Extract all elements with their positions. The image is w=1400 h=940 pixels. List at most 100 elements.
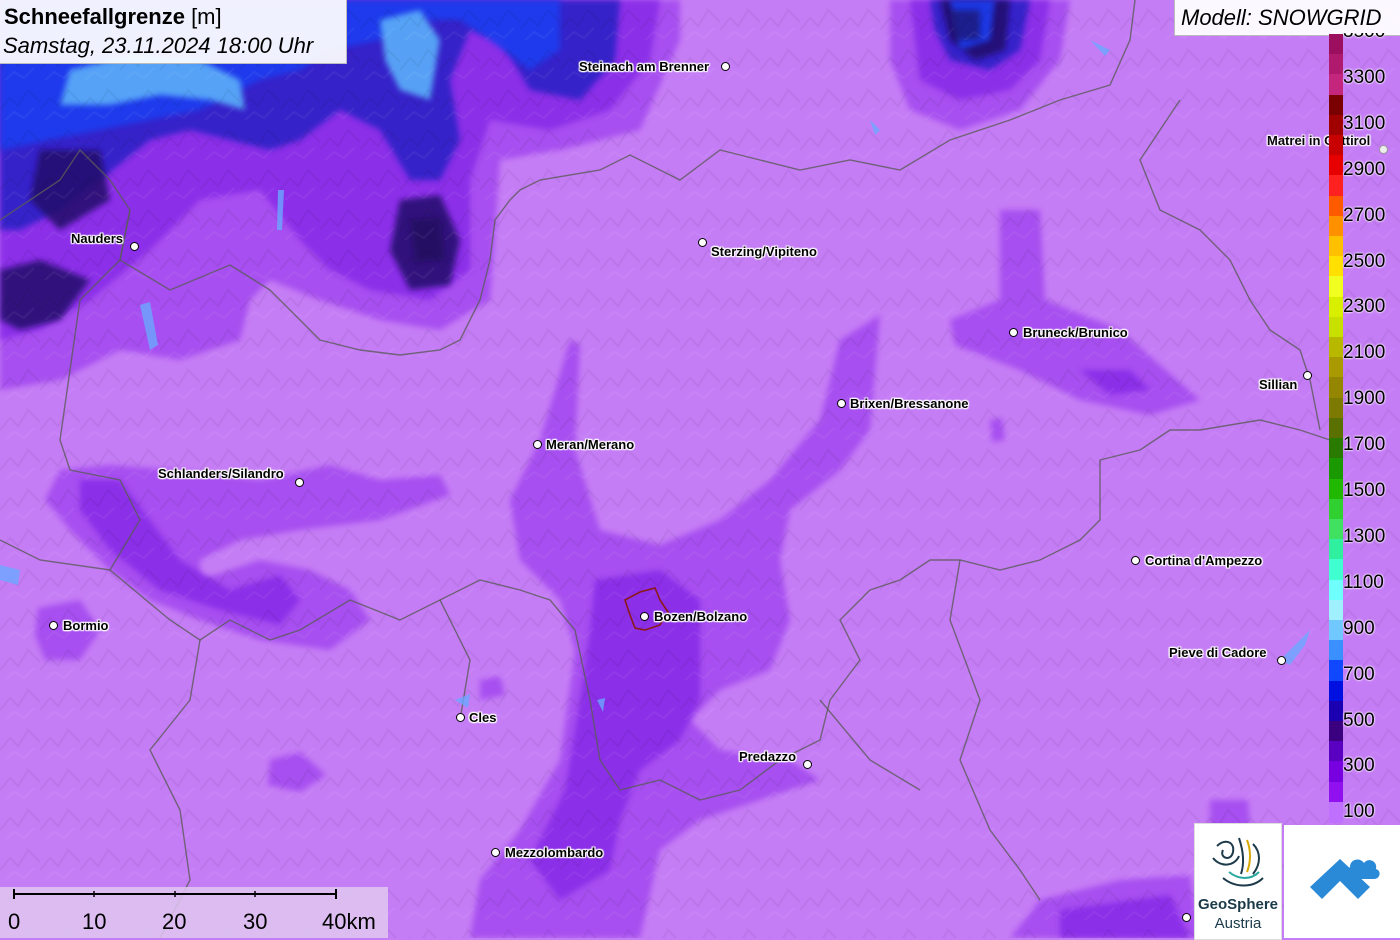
city-dot-bormio[interactable] <box>49 621 58 630</box>
model-label: Modell: SNOWGRID <box>1181 5 1382 30</box>
city-dot-predazzo[interactable] <box>803 760 812 769</box>
legend-swatch <box>1329 680 1343 702</box>
city-label-mezzolombardo: Mezzolombardo <box>505 845 604 860</box>
legend-label-1100: 1100 <box>1343 571 1384 593</box>
legend-label-1500: 1500 <box>1343 480 1386 501</box>
legend-swatch <box>1329 215 1343 237</box>
map-title-parameter: Schneefallgrenze <box>4 4 185 29</box>
legend-swatch <box>1329 276 1343 298</box>
legend-label-2300: 2300 <box>1343 296 1386 318</box>
legend-swatch <box>1329 337 1343 358</box>
legend-label-1900: 1900 <box>1343 388 1386 410</box>
scale-label-10: 10 <box>82 909 107 934</box>
geosphere-logo[interactable]: GeoSphere Austria <box>1194 823 1282 940</box>
legend-label-300: 300 <box>1343 755 1375 777</box>
map-title: Schneefallgrenze [m] <box>4 4 222 30</box>
map-timestamp: Samstag, 23.11.2024 18:00 Uhr <box>3 33 314 58</box>
legend-swatch <box>1329 74 1343 96</box>
legend-swatch <box>1329 155 1343 177</box>
legend-swatch <box>1329 34 1343 55</box>
city-label-bruneck: Bruneck/Brunico <box>1023 325 1128 340</box>
legend-label-900: 900 <box>1343 617 1375 639</box>
city-label-schlanders: Schlanders/Silandro <box>158 466 284 481</box>
legend-swatch <box>1329 640 1343 661</box>
legend-swatch <box>1329 417 1343 439</box>
scale-label-40km: 40km <box>322 909 376 934</box>
legend-swatch <box>1329 539 1343 560</box>
legend-label-3100: 3100 <box>1343 112 1386 134</box>
legend-label-2500: 2500 <box>1343 250 1386 272</box>
legend-label-1700: 1700 <box>1343 434 1386 456</box>
city-dot-bozen[interactable] <box>640 612 649 621</box>
legend-swatch <box>1329 296 1343 318</box>
legend-label-1300: 1300 <box>1343 525 1386 547</box>
legend-label-500: 500 <box>1343 709 1375 731</box>
legend-swatch <box>1329 175 1343 197</box>
model-label-box: Modell: SNOWGRID <box>1174 0 1400 36</box>
legend-label-2900: 2900 <box>1343 158 1386 180</box>
legend-swatch <box>1329 660 1343 682</box>
city-dot-mezzolombardo[interactable] <box>491 848 500 857</box>
city-label-predazzo: Predazzo <box>739 749 797 764</box>
legend-swatch <box>1329 801 1343 823</box>
legend-swatch <box>1329 236 1343 257</box>
city-dot-matrei[interactable] <box>1379 145 1388 154</box>
legend-swatch <box>1329 54 1343 75</box>
scale-label-0: 0 <box>8 909 21 934</box>
legend-swatch <box>1329 377 1343 399</box>
legend-swatch <box>1329 498 1343 520</box>
legend-swatch <box>1329 599 1343 621</box>
city-label-pieve: Pieve di Cadore <box>1169 645 1267 660</box>
legend-label-700: 700 <box>1343 663 1375 685</box>
legend-swatch <box>1329 94 1343 116</box>
legend-swatch <box>1329 579 1343 601</box>
legend-color-bar <box>1329 34 1343 823</box>
city-label-sterzing: Sterzing/Vipiteno <box>711 244 817 259</box>
legend-swatch <box>1329 256 1343 278</box>
city-label-nauders: Nauders <box>71 231 124 246</box>
legend-swatch <box>1329 781 1343 803</box>
city-dot-schlanders[interactable] <box>295 478 304 487</box>
legend-swatch <box>1329 559 1343 581</box>
city-dot-steinach[interactable] <box>721 62 730 71</box>
city-label-sillian: Sillian <box>1259 377 1298 392</box>
legend-label-2700: 2700 <box>1343 204 1386 226</box>
legend-swatch <box>1329 135 1343 156</box>
city-dot-cles[interactable] <box>456 713 465 722</box>
legend-swatch <box>1329 458 1343 480</box>
city-dot-meran[interactable] <box>533 440 542 449</box>
legend-swatch <box>1329 619 1343 641</box>
legend-swatch <box>1329 114 1343 136</box>
legend-swatch <box>1329 316 1343 338</box>
city-dot-sillian[interactable] <box>1303 371 1312 380</box>
legend-swatch <box>1329 195 1343 217</box>
city-dot-brixen[interactable] <box>837 399 846 408</box>
city-label-cortina: Cortina d'Ampezzo <box>1145 553 1263 568</box>
legend-swatch <box>1329 720 1343 742</box>
legend-swatch <box>1329 700 1343 722</box>
city-dot-bruneck[interactable] <box>1009 328 1018 337</box>
city-dot-sterzing[interactable] <box>698 238 707 247</box>
scale-label-20: 20 <box>162 909 187 934</box>
partner-chevron-cloud-icon <box>1310 859 1380 899</box>
city-label-matrei: Matrei in Osttirol <box>1267 133 1371 148</box>
legend-swatch <box>1329 761 1343 783</box>
city-dot-pieve[interactable] <box>1277 656 1286 665</box>
map-title-box: Schneefallgrenze [m] Samstag, 23.11.2024… <box>0 0 347 64</box>
city-label-meran: Meran/Merano <box>546 437 635 452</box>
legend-swatch <box>1329 357 1343 379</box>
legend-swatch <box>1329 478 1343 500</box>
geosphere-text-line1: GeoSphere <box>1197 896 1279 913</box>
partner-logo[interactable] <box>1284 825 1400 938</box>
legend-swatch <box>1329 518 1343 540</box>
geosphere-swirl-icon <box>1212 837 1264 887</box>
legend-label-3300: 3300 <box>1343 66 1386 88</box>
city-label-cles: Cles <box>469 710 497 725</box>
city-dot-unlabeled[interactable] <box>1182 913 1191 922</box>
scale-label-30: 30 <box>243 909 268 934</box>
city-label-steinach: Steinach am Brenner <box>579 59 710 74</box>
city-label-bozen: Bozen/Bolzano <box>654 609 748 624</box>
city-dot-nauders[interactable] <box>130 242 139 251</box>
city-label-bormio: Bormio <box>63 618 109 633</box>
city-dot-cortina[interactable] <box>1131 556 1140 565</box>
